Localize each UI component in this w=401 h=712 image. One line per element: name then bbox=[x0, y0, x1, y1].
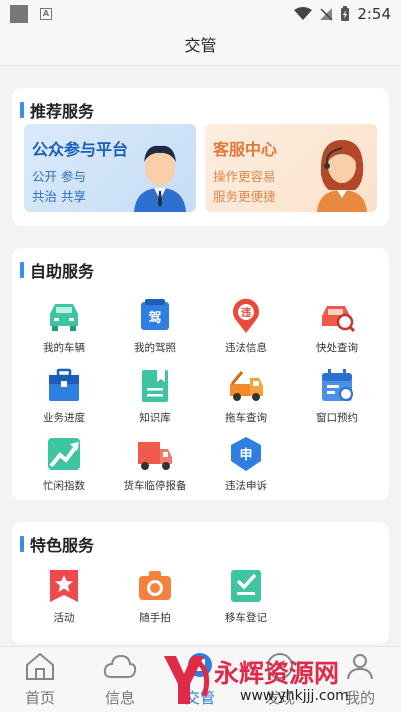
customer-service-title: 客服中心 bbox=[213, 140, 278, 159]
my-license-label: 我的驾照 bbox=[134, 342, 176, 354]
recommended-section: 推荐服务 公众参与平台 公开 参与 共治 共享 客服中心 操作更容易 服务更便捷 bbox=[12, 88, 389, 226]
busy-index-item[interactable]: 忙闲指数 bbox=[19, 436, 109, 493]
briefcase-icon bbox=[46, 368, 82, 404]
tab-home[interactable]: 首页 bbox=[10, 651, 70, 708]
svg-text:申: 申 bbox=[239, 447, 252, 463]
tab-info[interactable]: 信息 bbox=[90, 651, 150, 708]
svg-text:驾: 驾 bbox=[148, 310, 161, 326]
tow-truck-icon bbox=[228, 368, 264, 404]
svg-text:违: 违 bbox=[241, 306, 251, 319]
business-progress-label: 业务进度 bbox=[43, 412, 85, 424]
clock: 2:54 bbox=[357, 5, 391, 23]
public-participation-line2: 共治 共享 bbox=[32, 189, 86, 204]
activity-item[interactable]: 活动 bbox=[19, 568, 109, 625]
home-icon bbox=[26, 652, 54, 680]
customer-service-line1: 操作更容易 bbox=[213, 169, 276, 184]
window-booking-label: 窗口预约 bbox=[316, 412, 358, 424]
public-participation-card[interactable]: 公众参与平台 公开 参与 共治 共享 bbox=[24, 124, 196, 212]
checklist-icon bbox=[228, 568, 264, 604]
customer-service-line2: 服务更便捷 bbox=[213, 189, 276, 204]
star-badge-icon bbox=[46, 568, 82, 604]
recommended-heading: 推荐服务 bbox=[20, 98, 94, 122]
my-license-item[interactable]: 驾 我的驾照 bbox=[110, 298, 200, 355]
busy-index-label: 忙闲指数 bbox=[43, 480, 85, 492]
wifi-icon bbox=[294, 7, 313, 20]
status-bar: A 2:54 bbox=[0, 0, 401, 28]
no-signal-icon bbox=[320, 8, 333, 21]
car-search-icon bbox=[319, 298, 356, 334]
violation-icon: 违 bbox=[228, 298, 264, 334]
tab-info-label: 信息 bbox=[104, 689, 135, 707]
quick-query-item[interactable]: 快处查询 bbox=[292, 298, 382, 355]
self-service-heading: 自助服务 bbox=[20, 258, 94, 282]
move-car-register-label: 移车登记 bbox=[225, 612, 267, 624]
move-car-register-item[interactable]: 移车登记 bbox=[201, 568, 291, 625]
snapshot-item[interactable]: 随手拍 bbox=[110, 568, 200, 625]
self-service-section: 自助服务 我的车辆 驾 我的驾照 违 违法信息 快处查询 业务进度 知识库 拖车… bbox=[12, 248, 389, 500]
my-vehicle-label: 我的车辆 bbox=[43, 342, 85, 354]
truck-parking-report-label: 货车临停报备 bbox=[123, 480, 187, 492]
camera-icon bbox=[137, 568, 173, 604]
truck-icon bbox=[137, 436, 173, 472]
knowledge-base-label: 知识库 bbox=[139, 412, 171, 424]
watermark-url: www.yhkjjj.com bbox=[240, 688, 349, 704]
notification-icon bbox=[10, 5, 28, 23]
tow-query-item[interactable]: 拖车查询 bbox=[201, 368, 291, 425]
cloud-icon bbox=[103, 654, 137, 678]
violation-appeal-label: 违法申诉 bbox=[225, 480, 267, 492]
featured-section: 特色服务 活动 随手拍 移车登记 bbox=[12, 522, 389, 644]
battery-icon bbox=[341, 6, 350, 21]
watermark-overlay: 永辉资源网 www.yhkjjj.com bbox=[158, 648, 401, 712]
officer-illustration-icon bbox=[134, 145, 186, 212]
violation-appeal-item[interactable]: 申 违法申诉 bbox=[201, 436, 291, 493]
app-notification-icon: A bbox=[40, 8, 52, 20]
car-icon bbox=[46, 298, 82, 334]
license-icon: 驾 bbox=[137, 298, 173, 334]
window-booking-item[interactable]: 窗口预约 bbox=[292, 368, 382, 425]
watermark-logo-icon bbox=[164, 656, 210, 704]
knowledge-base-item[interactable]: 知识库 bbox=[110, 368, 200, 425]
snapshot-label: 随手拍 bbox=[139, 612, 171, 624]
tow-query-label: 拖车查询 bbox=[225, 412, 267, 424]
public-participation-title: 公众参与平台 bbox=[32, 140, 129, 159]
violation-info-item[interactable]: 违 违法信息 bbox=[201, 298, 291, 355]
customer-service-card[interactable]: 客服中心 操作更容易 服务更便捷 bbox=[205, 124, 377, 212]
business-progress-item[interactable]: 业务进度 bbox=[19, 368, 109, 425]
violation-info-label: 违法信息 bbox=[225, 342, 267, 354]
featured-heading: 特色服务 bbox=[20, 532, 94, 556]
public-participation-line1: 公开 参与 bbox=[32, 169, 86, 184]
tab-home-label: 首页 bbox=[24, 689, 55, 707]
truck-parking-report-item[interactable]: 货车临停报备 bbox=[110, 436, 200, 493]
calendar-icon bbox=[319, 368, 355, 404]
trend-icon bbox=[46, 436, 82, 472]
appeal-icon: 申 bbox=[228, 436, 264, 472]
page-title: 交管 bbox=[0, 28, 401, 66]
agent-illustration-icon bbox=[317, 140, 367, 212]
quick-query-label: 快处查询 bbox=[316, 342, 358, 354]
watermark-brand: 永辉资源网 bbox=[214, 659, 340, 688]
activity-label: 活动 bbox=[53, 612, 75, 624]
book-icon bbox=[137, 368, 173, 404]
my-vehicle-item[interactable]: 我的车辆 bbox=[19, 298, 109, 355]
